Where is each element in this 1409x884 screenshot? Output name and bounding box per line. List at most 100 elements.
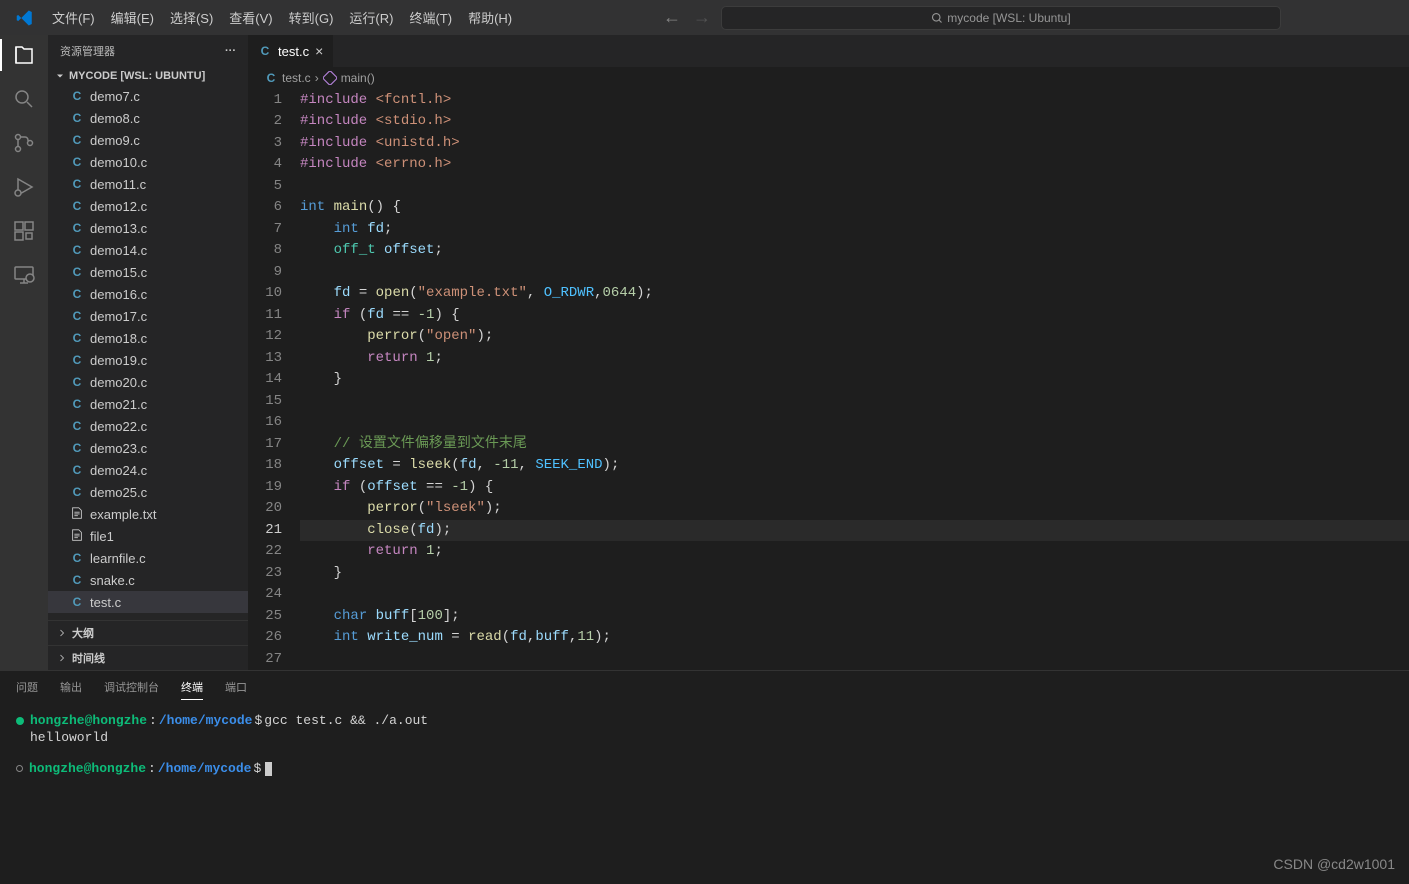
c-file-icon: C xyxy=(70,397,84,411)
menubar: 文件(F)编辑(E)选择(S)查看(V)转到(G)运行(R)终端(T)帮助(H)… xyxy=(0,0,1409,35)
file-item[interactable]: Cdemo23.c xyxy=(48,437,248,459)
nav-forward-icon[interactable]: → xyxy=(693,7,711,28)
file-label: demo24.c xyxy=(90,463,147,478)
file-label: file1 xyxy=(90,529,114,544)
search-icon[interactable] xyxy=(12,87,36,111)
file-item[interactable]: Cdemo13.c xyxy=(48,217,248,239)
outline-section[interactable]: 大纲 xyxy=(48,620,248,645)
chevron-down-icon xyxy=(54,70,66,82)
source-control-icon[interactable] xyxy=(12,131,36,155)
nav-back-icon[interactable]: ← xyxy=(663,7,681,28)
file-label: demo14.c xyxy=(90,243,147,258)
status-dot-icon xyxy=(16,717,24,725)
sidebar: 资源管理器 ··· MYCODE [WSL: UBUNTU] Cdemo7.cC… xyxy=(48,35,248,670)
c-file-icon: C xyxy=(70,243,84,257)
c-file-icon: C xyxy=(70,111,84,125)
file-item[interactable]: Cdemo22.c xyxy=(48,415,248,437)
c-file-icon: C xyxy=(70,177,84,191)
file-item[interactable]: Cdemo19.c xyxy=(48,349,248,371)
menu-item[interactable]: 运行(R) xyxy=(341,7,401,30)
extensions-icon[interactable] xyxy=(12,219,36,243)
file-label: demo10.c xyxy=(90,155,147,170)
c-file-icon: C xyxy=(70,133,84,147)
file-label: example.txt xyxy=(90,507,156,522)
file-item[interactable]: Cdemo7.c xyxy=(48,85,248,107)
menu-item[interactable]: 终端(T) xyxy=(401,7,460,30)
menu-item[interactable]: 转到(G) xyxy=(281,7,342,30)
file-item[interactable]: Cdemo8.c xyxy=(48,107,248,129)
file-list: Cdemo7.cCdemo8.cCdemo9.cCdemo10.cCdemo11… xyxy=(48,85,248,620)
file-item[interactable]: Cdemo15.c xyxy=(48,261,248,283)
menu-item[interactable]: 文件(F) xyxy=(44,7,103,30)
file-label: learnfile.c xyxy=(90,551,146,566)
file-label: demo18.c xyxy=(90,331,147,346)
breadcrumb[interactable]: C test.c › main() xyxy=(248,67,1409,89)
file-label: demo19.c xyxy=(90,353,147,368)
file-item[interactable]: Cdemo18.c xyxy=(48,327,248,349)
code-editor[interactable]: 1234567891011121314151617181920212223242… xyxy=(248,90,1409,671)
file-label: demo16.c xyxy=(90,287,147,302)
file-label: demo12.c xyxy=(90,199,147,214)
menu-item[interactable]: 选择(S) xyxy=(162,7,221,30)
remote-explorer-icon[interactable] xyxy=(12,263,36,287)
file-label: demo17.c xyxy=(90,309,147,324)
menu-item[interactable]: 编辑(E) xyxy=(103,7,162,30)
chevron-right-icon xyxy=(56,652,68,664)
menu-item[interactable]: 查看(V) xyxy=(221,7,280,30)
file-label: demo23.c xyxy=(90,441,147,456)
c-file-icon: C xyxy=(70,199,84,213)
file-item[interactable]: file1 xyxy=(48,525,248,547)
c-file-icon: C xyxy=(70,595,84,609)
file-item[interactable]: Cdemo16.c xyxy=(48,283,248,305)
c-file-icon: C xyxy=(70,353,84,367)
terminal[interactable]: hongzhe@hongzhe:/home/mycode$ gcc test.c… xyxy=(16,708,1393,777)
file-item[interactable]: Cdemo12.c xyxy=(48,195,248,217)
file-item[interactable]: Ctest.c xyxy=(48,591,248,613)
file-label: demo7.c xyxy=(90,89,140,104)
file-label: demo22.c xyxy=(90,419,147,434)
panel-tab[interactable]: 输出 xyxy=(60,679,82,700)
tab-test-c[interactable]: C test.c × xyxy=(248,35,334,67)
bottom-panel: 问题 输出 调试控制台 终端 端口 hongzhe@hongzhe:/home/myco… xyxy=(0,670,1409,884)
timeline-section[interactable]: 时间线 xyxy=(48,645,248,670)
command-center[interactable]: mycode [WSL: Ubuntu] xyxy=(721,6,1281,30)
file-item[interactable]: Clearnfile.c xyxy=(48,547,248,569)
panel-tabs: 问题 输出 调试控制台 终端 端口 xyxy=(16,671,1393,708)
panel-tab[interactable]: 问题 xyxy=(16,679,38,700)
file-item[interactable]: Cdemo21.c xyxy=(48,393,248,415)
file-item[interactable]: Cdemo14.c xyxy=(48,239,248,261)
file-label: demo25.c xyxy=(90,485,147,500)
file-label: demo21.c xyxy=(90,397,147,412)
file-item[interactable]: Cdemo17.c xyxy=(48,305,248,327)
c-file-icon: C xyxy=(70,331,84,345)
panel-tab[interactable]: 调试控制台 xyxy=(104,679,159,700)
file-item[interactable]: Cdemo10.c xyxy=(48,151,248,173)
c-file-icon: C xyxy=(70,573,84,587)
file-item[interactable]: Cdemo9.c xyxy=(48,129,248,151)
file-item[interactable]: Cdemo25.c xyxy=(48,481,248,503)
file-label: snake.c xyxy=(90,573,135,588)
menu-item[interactable]: 帮助(H) xyxy=(460,7,520,30)
explorer-title: 资源管理器 xyxy=(60,43,115,59)
close-icon[interactable]: × xyxy=(315,43,323,59)
file-item[interactable]: Cdemo24.c xyxy=(48,459,248,481)
file-item[interactable]: example.txt xyxy=(48,503,248,525)
c-file-icon: C xyxy=(70,441,84,455)
explorer-icon[interactable] xyxy=(12,43,36,67)
editor: C test.c × C test.c › main() 12345678910… xyxy=(248,35,1409,670)
explorer-more-icon[interactable]: ··· xyxy=(225,45,236,57)
chevron-right-icon xyxy=(56,627,68,639)
c-file-icon: C xyxy=(70,309,84,323)
file-label: demo13.c xyxy=(90,221,147,236)
file-item[interactable]: Cdemo11.c xyxy=(48,173,248,195)
panel-tab[interactable]: 终端 xyxy=(181,679,203,700)
c-file-icon: C xyxy=(70,287,84,301)
run-debug-icon[interactable] xyxy=(12,175,36,199)
c-file-icon: C xyxy=(258,44,272,58)
file-item[interactable]: Cdemo20.c xyxy=(48,371,248,393)
file-item[interactable]: Csnake.c xyxy=(48,569,248,591)
status-dot-icon xyxy=(16,765,23,772)
panel-tab[interactable]: 端口 xyxy=(225,679,247,700)
c-file-icon: C xyxy=(70,265,84,279)
project-header[interactable]: MYCODE [WSL: UBUNTU] xyxy=(48,67,248,85)
